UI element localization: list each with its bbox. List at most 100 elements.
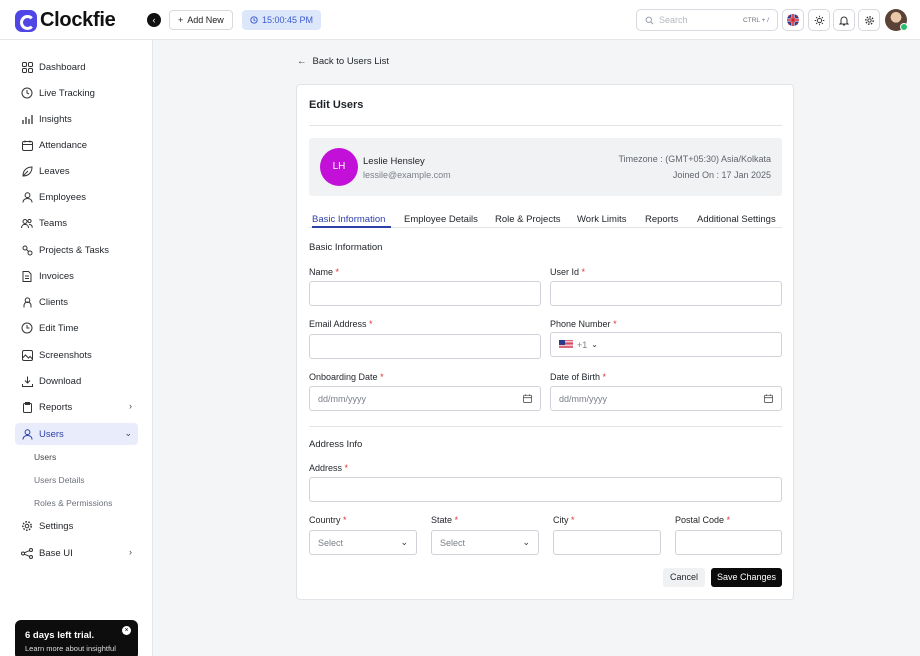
date-placeholder: dd/mm/yyyy bbox=[318, 393, 367, 404]
clients-icon bbox=[21, 296, 33, 308]
chevron-down-icon: ⌄ bbox=[591, 340, 598, 349]
back-to-users-link[interactable]: ← Back to Users List bbox=[297, 56, 389, 67]
image-icon bbox=[21, 349, 33, 361]
theme-toggle-button[interactable] bbox=[808, 9, 830, 31]
sidebar-item-dashboard[interactable]: Dashboard bbox=[15, 56, 138, 78]
address-label: Address * bbox=[309, 463, 349, 473]
sidebar-item-edit-time[interactable]: Edit Time bbox=[15, 317, 138, 339]
sidebar-item-download[interactable]: Download bbox=[15, 370, 138, 392]
sidebar-collapse-button[interactable]: ‹ bbox=[147, 13, 161, 27]
sidebar-item-attendance[interactable]: Attendance bbox=[15, 134, 138, 156]
language-button[interactable] bbox=[782, 9, 804, 31]
sidebar-item-users[interactable]: Users ⌄ bbox=[15, 423, 138, 445]
sidebar-item-settings[interactable]: Settings bbox=[15, 515, 138, 537]
calendar-icon[interactable] bbox=[523, 394, 532, 403]
cancel-button[interactable]: Cancel bbox=[663, 568, 705, 587]
search-shortcut: CTRL + / bbox=[743, 16, 769, 24]
active-tab-indicator bbox=[312, 226, 391, 228]
invoice-icon bbox=[21, 270, 33, 282]
save-changes-button[interactable]: Save Changes bbox=[711, 568, 782, 587]
country-code-select[interactable]: +1 ⌄ bbox=[559, 340, 598, 350]
sidebar-item-clients[interactable]: Clients bbox=[15, 291, 138, 313]
sidebar-item-label: Reports bbox=[39, 401, 73, 413]
sidebar-item-label: Live Tracking bbox=[39, 87, 95, 99]
tab-bar: Basic Information Employee Details Role … bbox=[309, 212, 782, 228]
phone-field[interactable]: +1 ⌄ bbox=[550, 332, 782, 357]
settings-button[interactable] bbox=[858, 9, 880, 31]
gear-icon bbox=[864, 15, 874, 25]
search-input[interactable]: Search CTRL + / bbox=[636, 9, 778, 31]
sidebar-item-reports[interactable]: Reports › bbox=[15, 396, 138, 418]
reports-icon bbox=[21, 401, 33, 413]
bell-icon bbox=[839, 16, 849, 25]
profile-email: lessile@example.com bbox=[363, 170, 451, 180]
city-field[interactable] bbox=[553, 530, 661, 555]
close-icon[interactable]: × bbox=[122, 626, 131, 635]
trial-banner[interactable]: 6 days left trial. Learn more about insi… bbox=[15, 620, 138, 656]
tab-work-limits[interactable]: Work Limits bbox=[577, 214, 626, 225]
trial-text: Learn more about insightful bbox=[25, 644, 116, 653]
phone-label: Phone Number * bbox=[550, 319, 617, 329]
tab-employee-details[interactable]: Employee Details bbox=[404, 214, 478, 225]
calendar-icon[interactable] bbox=[764, 394, 773, 403]
sidebar-item-label: Users bbox=[39, 428, 64, 440]
sidebar-subitem-users-details[interactable]: Users Details bbox=[34, 475, 85, 485]
sidebar-item-live-tracking[interactable]: Live Tracking bbox=[15, 82, 138, 104]
top-bar: Clockfie ‹ + Add New 15:00:45 PM Search … bbox=[0, 0, 920, 40]
add-new-button[interactable]: + Add New bbox=[169, 10, 233, 30]
sidebar-item-label: Settings bbox=[39, 520, 74, 532]
sidebar: Dashboard Live Tracking Insights Attenda… bbox=[0, 40, 153, 656]
basic-info-heading: Basic Information bbox=[309, 242, 383, 253]
country-select[interactable]: Select ⌄ bbox=[309, 530, 417, 555]
dob-field[interactable]: dd/mm/yyyy bbox=[550, 386, 782, 411]
clockfie-logo-icon bbox=[15, 9, 37, 32]
tab-additional-settings[interactable]: Additional Settings bbox=[697, 214, 776, 225]
tab-role-projects[interactable]: Role & Projects bbox=[495, 214, 560, 225]
arrow-left-icon: ← bbox=[297, 56, 307, 67]
user-id-field[interactable] bbox=[550, 281, 782, 306]
country-label: Country * bbox=[309, 515, 347, 525]
sidebar-item-label: Screenshots bbox=[39, 349, 92, 361]
sidebar-item-employees[interactable]: Employees bbox=[15, 186, 138, 208]
sidebar-item-leaves[interactable]: Leaves bbox=[15, 160, 138, 182]
state-select[interactable]: Select ⌄ bbox=[431, 530, 539, 555]
tab-reports[interactable]: Reports bbox=[645, 214, 678, 225]
name-field[interactable] bbox=[309, 281, 541, 306]
address-field[interactable] bbox=[309, 477, 782, 502]
city-label: City * bbox=[553, 515, 575, 525]
sidebar-item-label: Download bbox=[39, 375, 82, 387]
users-icon bbox=[21, 428, 33, 440]
user-id-label: User Id * bbox=[550, 267, 586, 277]
profile-joined: Joined On : 17 Jan 2025 bbox=[672, 170, 771, 180]
teams-icon bbox=[21, 217, 33, 229]
chevron-down-icon: ⌄ bbox=[400, 537, 408, 547]
email-field[interactable] bbox=[309, 334, 541, 359]
chevron-right-icon: › bbox=[129, 401, 132, 411]
brand-name: Clockfie bbox=[40, 9, 116, 31]
sidebar-item-teams[interactable]: Teams bbox=[15, 212, 138, 234]
base-ui-icon bbox=[21, 547, 33, 559]
user-avatar[interactable] bbox=[885, 9, 908, 31]
brand-logo[interactable]: Clockfie bbox=[15, 9, 116, 32]
sidebar-subitem-users[interactable]: Users bbox=[34, 452, 56, 462]
sidebar-item-projects-tasks[interactable]: Projects & Tasks bbox=[15, 239, 138, 261]
clock-chip[interactable]: 15:00:45 PM bbox=[242, 10, 322, 30]
onboarding-date-field[interactable]: dd/mm/yyyy bbox=[309, 386, 541, 411]
search-placeholder: Search bbox=[659, 15, 688, 25]
calendar-icon bbox=[21, 139, 33, 151]
sidebar-item-label: Clients bbox=[39, 296, 69, 308]
sidebar-item-label: Insights bbox=[39, 113, 72, 125]
sidebar-item-insights[interactable]: Insights bbox=[15, 108, 138, 130]
sidebar-item-base-ui[interactable]: Base UI › bbox=[15, 542, 138, 564]
select-placeholder: Select bbox=[440, 537, 466, 548]
postal-code-field[interactable] bbox=[675, 530, 782, 555]
sidebar-item-invoices[interactable]: Invoices bbox=[15, 265, 138, 287]
phone-code: +1 bbox=[577, 339, 588, 350]
tab-basic-information[interactable]: Basic Information bbox=[312, 214, 385, 225]
sidebar-item-label: Dashboard bbox=[39, 61, 86, 73]
sidebar-item-label: Teams bbox=[39, 217, 67, 229]
add-new-label: Add New bbox=[187, 15, 224, 25]
notifications-button[interactable] bbox=[833, 9, 855, 31]
sidebar-subitem-roles-permissions[interactable]: Roles & Permissions bbox=[34, 498, 112, 508]
sidebar-item-screenshots[interactable]: Screenshots bbox=[15, 344, 138, 366]
